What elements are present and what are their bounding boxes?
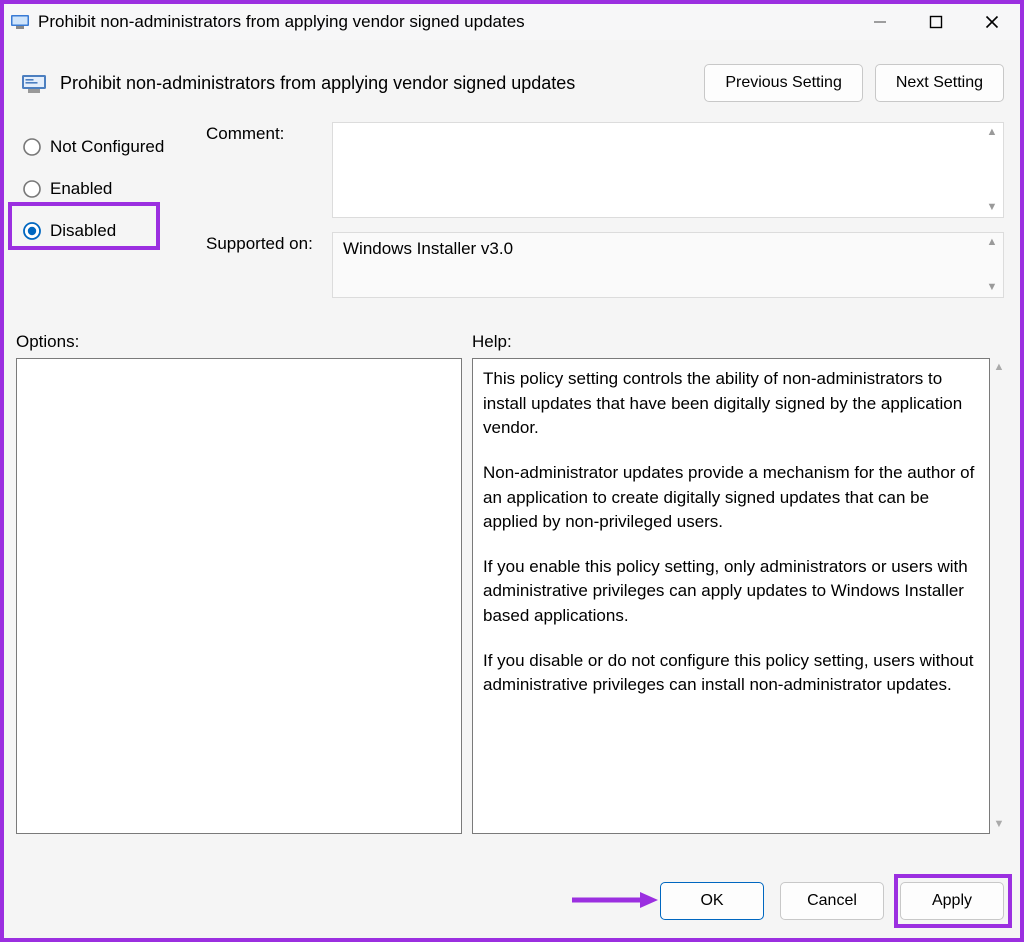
policy-icon bbox=[20, 69, 48, 97]
options-label: Options: bbox=[16, 332, 472, 352]
form-column: Comment: ▲ ▼ Supported on: Windows Insta… bbox=[206, 122, 1004, 312]
supported-on-label: Supported on: bbox=[206, 232, 332, 254]
scroll-down-icon: ▼ bbox=[987, 202, 998, 213]
scroll-up-icon: ▲ bbox=[987, 127, 998, 138]
options-pane bbox=[16, 358, 462, 834]
maximize-button[interactable] bbox=[908, 4, 964, 40]
radio-unchecked-icon bbox=[22, 137, 42, 157]
radio-disabled[interactable]: Disabled bbox=[20, 210, 190, 252]
dialog-footer: OK Cancel Apply bbox=[4, 864, 1020, 938]
radio-checked-icon bbox=[22, 221, 42, 241]
radio-label: Enabled bbox=[50, 179, 112, 199]
radio-label: Disabled bbox=[50, 221, 116, 241]
window-title: Prohibit non-administrators from applyin… bbox=[38, 12, 852, 32]
radio-enabled[interactable]: Enabled bbox=[20, 168, 190, 210]
panes-row: This policy setting controls the ability… bbox=[4, 358, 1020, 864]
config-area: Not Configured Enabled Disabled Comment: bbox=[4, 114, 1020, 312]
scroll-up-icon: ▲ bbox=[994, 362, 1005, 373]
close-button[interactable] bbox=[964, 4, 1020, 40]
scroll-down-icon: ▼ bbox=[994, 819, 1005, 830]
help-paragraph: Non-administrator updates provide a mech… bbox=[483, 461, 979, 535]
pane-labels-row: Options: Help: bbox=[4, 312, 1020, 358]
help-paragraph: If you enable this policy setting, only … bbox=[483, 555, 979, 629]
annotation-arrow-icon bbox=[570, 890, 660, 910]
comment-textarea[interactable]: ▲ ▼ bbox=[332, 122, 1004, 218]
supported-scrollbar[interactable]: ▲ ▼ bbox=[981, 233, 1003, 297]
previous-setting-button[interactable]: Previous Setting bbox=[704, 64, 863, 102]
comment-scrollbar[interactable]: ▲ ▼ bbox=[981, 123, 1003, 217]
help-paragraph: If you disable or do not configure this … bbox=[483, 649, 979, 698]
help-pane-wrap: This policy setting controls the ability… bbox=[472, 358, 1008, 834]
cancel-button[interactable]: Cancel bbox=[780, 882, 884, 920]
radio-unchecked-icon bbox=[22, 179, 42, 199]
help-scrollbar[interactable]: ▲ ▼ bbox=[990, 358, 1008, 834]
radio-label: Not Configured bbox=[50, 137, 164, 157]
header-row: Prohibit non-administrators from applyin… bbox=[4, 40, 1020, 114]
next-setting-button[interactable]: Next Setting bbox=[875, 64, 1004, 102]
scroll-up-icon: ▲ bbox=[987, 237, 998, 248]
supported-on-box: Windows Installer v3.0 ▲ ▼ bbox=[332, 232, 1004, 298]
radio-not-configured[interactable]: Not Configured bbox=[20, 126, 190, 168]
titlebar: Prohibit non-administrators from applyin… bbox=[4, 4, 1020, 40]
help-paragraph: This policy setting controls the ability… bbox=[483, 367, 979, 441]
scroll-down-icon: ▼ bbox=[987, 282, 998, 293]
help-label: Help: bbox=[472, 332, 1004, 352]
policy-title: Prohibit non-administrators from applyin… bbox=[60, 73, 692, 94]
comment-value bbox=[333, 123, 981, 217]
help-pane: This policy setting controls the ability… bbox=[472, 358, 990, 834]
policy-editor-window: Prohibit non-administrators from applyin… bbox=[0, 0, 1024, 942]
minimize-button[interactable] bbox=[852, 4, 908, 40]
ok-button[interactable]: OK bbox=[660, 882, 764, 920]
state-radio-group: Not Configured Enabled Disabled bbox=[20, 122, 190, 312]
supported-on-value: Windows Installer v3.0 bbox=[333, 233, 981, 297]
comment-label: Comment: bbox=[206, 122, 332, 144]
app-icon bbox=[10, 12, 30, 32]
apply-button[interactable]: Apply bbox=[900, 882, 1004, 920]
